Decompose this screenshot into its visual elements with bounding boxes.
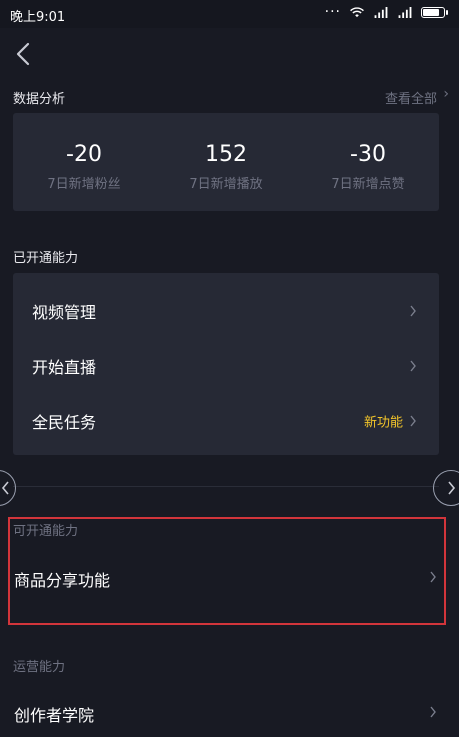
status-icons: ··· bbox=[324, 4, 448, 20]
stat-new-plays[interactable]: 152 7日新增播放 bbox=[155, 113, 297, 211]
status-time: 晚上9:01 bbox=[10, 10, 66, 25]
signal-icon bbox=[374, 6, 388, 18]
back-arrow-icon[interactable] bbox=[12, 40, 36, 68]
capability-label: 视频管理 bbox=[32, 302, 97, 322]
stat-new-fans[interactable]: -20 7日新增粉丝 bbox=[13, 113, 155, 211]
chevron-left-icon bbox=[1, 481, 9, 495]
stat-label: 7日新增播放 bbox=[189, 177, 263, 192]
more-dots-icon: ··· bbox=[324, 4, 341, 20]
section-divider bbox=[13, 486, 439, 487]
stat-value: 152 bbox=[205, 142, 247, 167]
stat-value: -30 bbox=[350, 142, 386, 167]
scroll-right-button[interactable] bbox=[433, 470, 459, 506]
new-feature-badge: 新功能 bbox=[363, 415, 403, 430]
enabled-capabilities-card: 视频管理 开始直播 全民任务 新功能 bbox=[13, 273, 439, 455]
chevron-right-icon bbox=[410, 415, 416, 426]
battery-icon bbox=[421, 6, 448, 18]
operations-label: 创作者学院 bbox=[14, 706, 95, 725]
signal-icon-2 bbox=[398, 6, 412, 18]
view-all-chevron-icon[interactable]: › bbox=[443, 86, 449, 102]
view-all-link[interactable]: 查看全部 bbox=[385, 88, 437, 107]
capability-video-management[interactable]: 视频管理 bbox=[13, 283, 439, 338]
operations-title: 运营能力 bbox=[13, 660, 66, 675]
stats-card: -20 7日新增粉丝 152 7日新增播放 -30 7日新增点赞 bbox=[13, 113, 439, 211]
stat-value: -20 bbox=[66, 142, 102, 167]
operations-creator-academy[interactable]: 创作者学院 bbox=[0, 692, 459, 732]
chevron-right-icon bbox=[410, 305, 416, 316]
stat-new-likes[interactable]: -30 7日新增点赞 bbox=[297, 113, 439, 211]
highlight-annotation-box bbox=[8, 517, 446, 625]
stat-label: 7日新增粉丝 bbox=[47, 177, 121, 192]
capability-label: 开始直播 bbox=[32, 357, 97, 377]
capability-tasks[interactable]: 全民任务 新功能 bbox=[13, 393, 439, 448]
capability-start-live[interactable]: 开始直播 bbox=[13, 338, 439, 393]
chevron-right-icon bbox=[430, 706, 436, 718]
capability-label: 全民任务 bbox=[32, 412, 97, 432]
enabled-capabilities-title: 已开通能力 bbox=[13, 251, 79, 266]
status-bar: 晚上9:01 ··· bbox=[0, 0, 459, 28]
stat-label: 7日新增点赞 bbox=[331, 177, 405, 192]
data-analysis-title: 数据分析 bbox=[13, 92, 66, 107]
chevron-right-icon bbox=[410, 360, 416, 371]
wifi-icon bbox=[350, 6, 364, 17]
scroll-left-button[interactable] bbox=[0, 470, 16, 506]
chevron-right-icon bbox=[448, 481, 456, 495]
